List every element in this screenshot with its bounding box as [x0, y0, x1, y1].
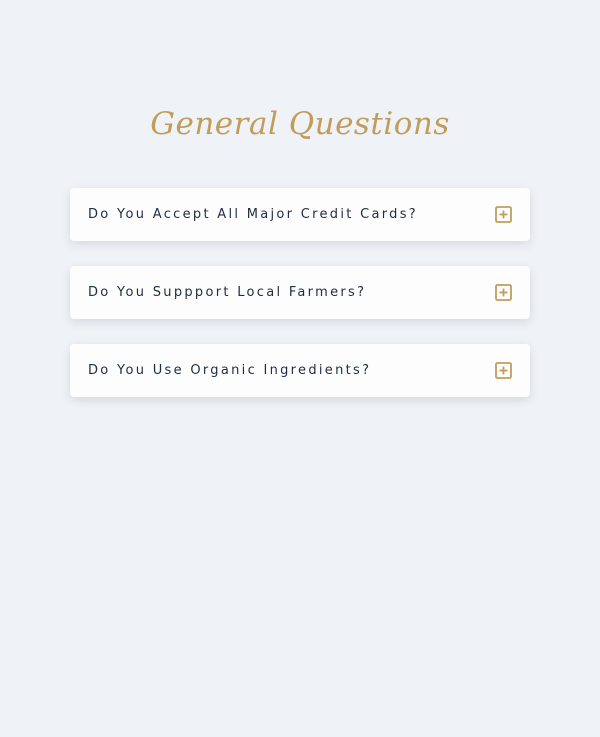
faq-question: Do You Suppport Local Farmers? [88, 285, 367, 300]
plus-square-icon[interactable] [495, 362, 512, 379]
faq-list: Do You Accept All Major Credit Cards? Do… [70, 188, 530, 422]
faq-item-organic-ingredients[interactable]: Do You Use Organic Ingredients? [70, 344, 530, 397]
faq-question: Do You Accept All Major Credit Cards? [88, 207, 418, 222]
plus-square-icon[interactable] [495, 284, 512, 301]
faq-item-local-farmers[interactable]: Do You Suppport Local Farmers? [70, 266, 530, 319]
section-title: General Questions [150, 106, 450, 142]
faq-question: Do You Use Organic Ingredients? [88, 363, 372, 378]
plus-square-icon[interactable] [495, 206, 512, 223]
faq-item-credit-cards[interactable]: Do You Accept All Major Credit Cards? [70, 188, 530, 241]
